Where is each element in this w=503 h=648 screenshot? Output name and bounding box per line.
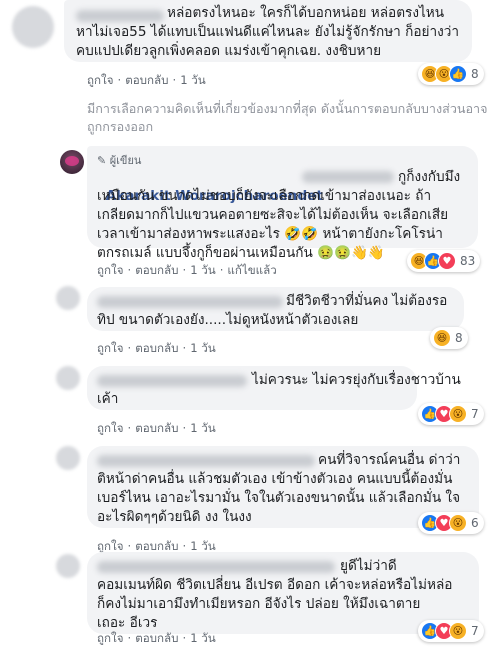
mentioned-name-redacted[interactable] xyxy=(302,171,394,183)
commenter-avatar[interactable] xyxy=(56,366,80,390)
reaction-count: 8 xyxy=(455,331,463,345)
comment-text: เวลาเข้ามาส่องหาพระแสงอะไร 🤣🤣 หน้าตายังก… xyxy=(97,226,443,242)
wow-icon: 😮 xyxy=(449,514,467,532)
reply-link[interactable]: ตอบกลับ xyxy=(135,631,178,645)
love-icon: ♥ xyxy=(438,252,456,270)
reply-link[interactable]: ตอบกลับ xyxy=(135,421,178,435)
commenter-name-redacted[interactable] xyxy=(97,561,335,573)
filtered-replies-notice: มีการเลือกความคิดเห็นที่เกี่ยวข้องมากที่… xyxy=(87,101,488,134)
author-badge: ✎ ผู้เขียน xyxy=(97,154,142,167)
like-link[interactable]: ถูกใจ xyxy=(97,341,124,355)
edited-label[interactable]: แก้ไขแล้ว xyxy=(227,263,276,277)
comment-text: ตกรถเมล์ แบบจึ้งกูก็ขอผ่านเหมือนกัน 🤢🤢👋👋 xyxy=(97,245,385,261)
comment-text: ยูดีไม่ว่าดี xyxy=(340,558,397,574)
reaction-summary[interactable]: 😆 👍 ♥ 83 xyxy=(407,250,481,272)
author-avatar[interactable] xyxy=(60,150,84,174)
timestamp[interactable]: 1 วัน xyxy=(190,263,216,277)
timestamp[interactable]: 1 วัน xyxy=(190,631,216,645)
timestamp[interactable]: 1 วัน xyxy=(190,421,216,435)
reaction-summary[interactable]: 😆 8 xyxy=(430,327,468,349)
comment-text: กูก็งงกับมึง xyxy=(398,169,461,185)
wow-icon: 😮 xyxy=(449,405,467,423)
like-link[interactable]: ถูกใจ xyxy=(87,73,114,87)
reply-link[interactable]: ตอบกลับ xyxy=(125,73,168,87)
timestamp[interactable]: 1 วัน xyxy=(190,341,216,355)
comment-text: คอมเมนท์ผิด ชีวิตเปลี่ยน อีเปรต อีดอก เค… xyxy=(97,577,453,593)
commenter-avatar[interactable] xyxy=(12,6,54,48)
comment-actions: ถูกใจ · ตอบกลับ · 1 วัน xyxy=(97,631,216,645)
comment-actions: ถูกใจ · ตอบกลับ · 1 วัน xyxy=(97,341,216,355)
comment-text: มีชีวิตชีวาที่มั่นคง ไม่ต้องรอ xyxy=(286,293,448,309)
reply-link[interactable]: ตอบกลับ xyxy=(135,263,178,277)
reply-link[interactable]: ตอบกลับ xyxy=(135,341,178,355)
timestamp[interactable]: 1 วัน xyxy=(180,73,206,87)
reaction-count: 8 xyxy=(471,67,479,81)
comment-actions: ถูกใจ · ตอบกลับ · 1 วัน · แก้ไขแล้ว xyxy=(97,263,277,277)
wow-icon: 😮 xyxy=(449,622,467,640)
comment-text: หาไม่เจอ55 ได้แทบเป็นแฟนดีแค่ไหนละ ยังไม… xyxy=(76,24,460,40)
like-icon: 👍 xyxy=(449,65,467,83)
commenter-avatar[interactable] xyxy=(56,446,80,470)
reaction-count: 7 xyxy=(471,624,479,638)
like-link[interactable]: ถูกใจ xyxy=(97,631,124,645)
comment-text: เหมือนกัน ขนาดไม่ชอบก็ยังจะเลือกกดเข้ามา… xyxy=(97,188,432,204)
reply-link[interactable]: ตอบกลับ xyxy=(135,539,178,553)
commenter-name-redacted[interactable] xyxy=(76,10,164,22)
reaction-summary[interactable]: 👍 ♥ 😮 7 xyxy=(418,620,484,642)
reaction-count: 6 xyxy=(471,516,479,530)
like-link[interactable]: ถูกใจ xyxy=(97,263,124,277)
comment-text: ติหน้าด่าคนอื่น แล้วชมตัวเอง เข้าข้างตัว… xyxy=(97,471,453,487)
comment-text: อะไรผิดๆๆด้วยนิดิ งง ในงง xyxy=(97,509,252,525)
comment-text: ก็คงไม่มาเอามึงทำเมียหรอก อีจังไร ปล่อย … xyxy=(97,596,421,612)
reaction-summary[interactable]: 😆 😮 👍 8 xyxy=(418,63,484,85)
commenter-name-redacted[interactable] xyxy=(97,296,283,308)
like-link[interactable]: ถูกใจ xyxy=(97,421,124,435)
reaction-count: 7 xyxy=(471,407,479,421)
reaction-summary[interactable]: 👍 ♥ 😮 6 xyxy=(418,512,484,534)
commenter-avatar[interactable] xyxy=(56,286,80,310)
reaction-summary[interactable]: 👍 ♥ 😮 7 xyxy=(418,403,484,425)
comment-text: คนที่วิจารณ์คนอื่น ด่าว่า xyxy=(318,452,461,468)
comment-text: เบอร์ไหน เอาอะไรมามั่น ใจในตัวเองขนาดนั้… xyxy=(97,490,461,506)
pencil-icon: ✎ xyxy=(97,154,107,167)
reaction-count: 83 xyxy=(460,254,476,268)
commenter-avatar[interactable] xyxy=(56,554,80,578)
comment-text: เค้า xyxy=(97,391,119,407)
comment-text: คบแปปเดียวลูกเพิ่งคลอด แมร่งเข้าคุกเฉย. … xyxy=(76,43,382,59)
like-link[interactable]: ถูกใจ xyxy=(97,539,124,553)
comment-actions: ถูกใจ · ตอบกลับ · 1 วัน xyxy=(97,421,216,435)
comment-text: ไม่ควรนะ ไม่ควรยุ่งกับเรื่องชาวบ้าน xyxy=(252,372,461,388)
commenter-name-redacted[interactable] xyxy=(97,375,247,387)
timestamp[interactable]: 1 วัน xyxy=(190,539,216,553)
comment-actions: ถูกใจ · ตอบกลับ · 1 วัน xyxy=(87,73,206,87)
haha-icon: 😆 xyxy=(433,329,451,347)
comment-text: เกลียดมากก็ไปแขวนคอตายซะสิจะได้ไม่ต้องเห… xyxy=(97,207,449,223)
comment-text: ทิป ขนาดตัวเองยัง.....ไม่ดูหนังหน้าตัวเอ… xyxy=(97,312,359,328)
commenter-name-redacted[interactable] xyxy=(97,455,315,467)
comment-text: หล่อตรงไหนอะ ใครก็ได้บอกหน่อย หล่อตรงไหน xyxy=(167,5,445,21)
